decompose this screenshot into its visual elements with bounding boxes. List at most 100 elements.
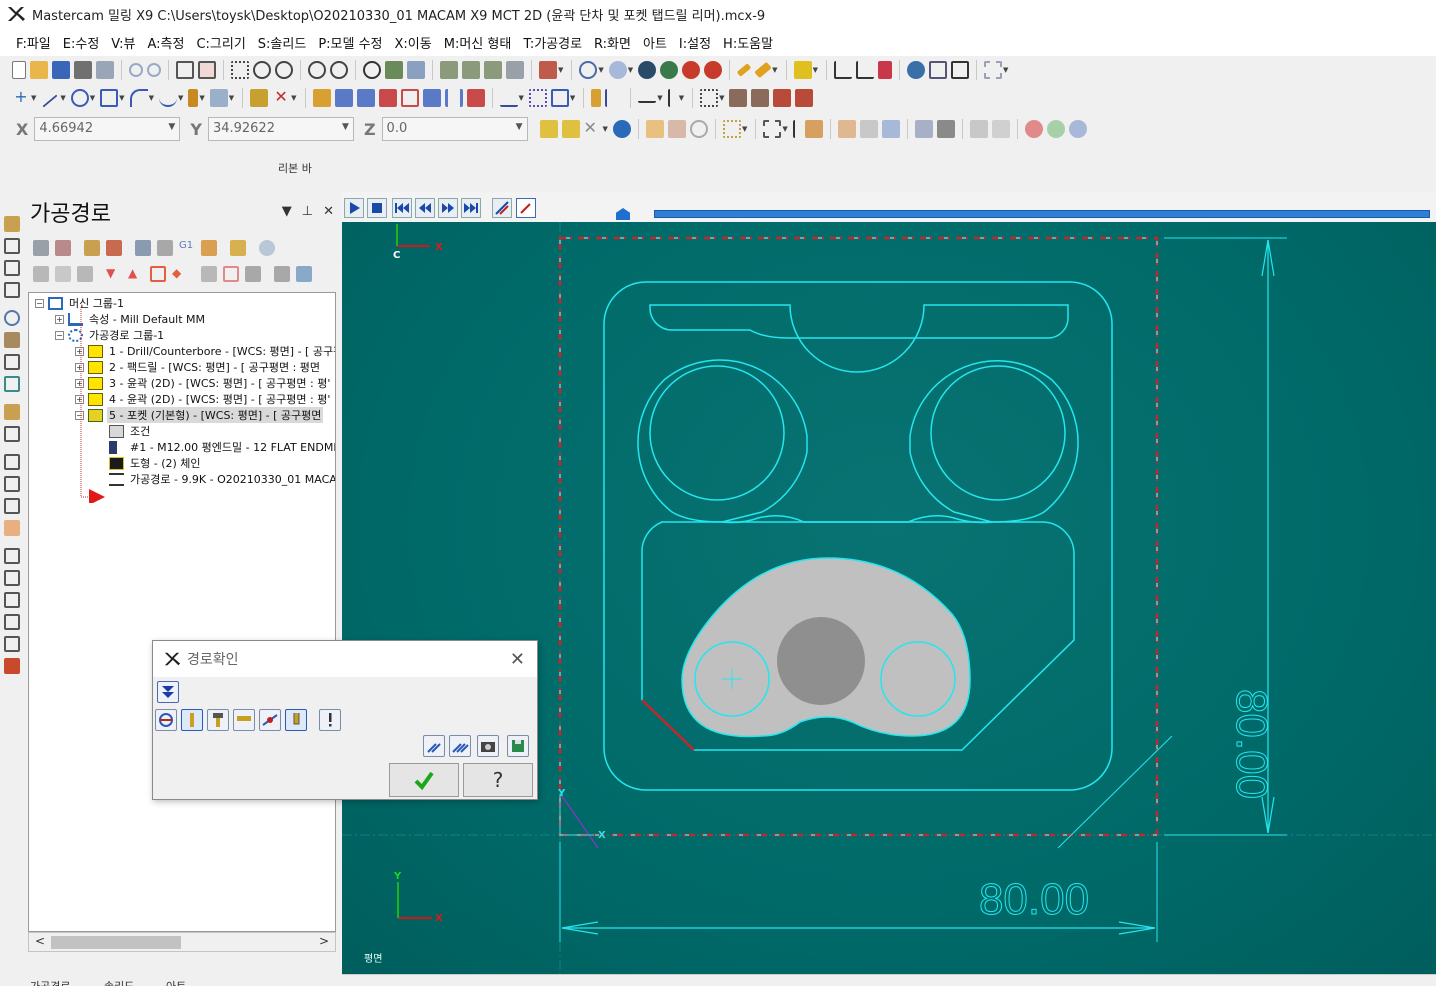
single-display-icon[interactable] (245, 266, 261, 282)
pencil-double-icon[interactable] (754, 61, 772, 79)
pencil-icon[interactable] (736, 63, 752, 77)
cursor-icon[interactable] (792, 120, 801, 138)
help-icon[interactable] (612, 120, 631, 138)
strip-tool-icon[interactable] (4, 548, 20, 564)
zoom-icon[interactable] (275, 61, 293, 79)
unzoom-icon[interactable] (308, 61, 326, 79)
chevron-down-icon[interactable]: ▼ (519, 94, 524, 102)
view-top-icon[interactable] (440, 61, 458, 79)
show-endpoints-button[interactable] (259, 709, 281, 731)
toolpath-display-button[interactable] (492, 198, 512, 218)
rectangle-icon[interactable] (100, 89, 119, 107)
progress-slider-handle[interactable] (616, 208, 630, 220)
tool-display-button[interactable] (516, 198, 536, 218)
eraser-icon[interactable] (209, 89, 228, 107)
show-holder-button[interactable] (207, 709, 229, 731)
lock-icon[interactable] (33, 266, 49, 282)
strip-tool-icon[interactable] (4, 454, 20, 470)
dim-horizontal-icon[interactable] (638, 93, 657, 103)
line-icon[interactable] (42, 94, 58, 108)
arc-icon[interactable] (129, 89, 148, 107)
dim-text-horizontal[interactable]: 80.00 (978, 875, 1089, 925)
chevron-down-icon[interactable]: ▼ (282, 204, 292, 219)
menu-art[interactable]: 아트 (637, 33, 673, 52)
strip-tool-icon[interactable] (4, 238, 20, 254)
view-iso-icon[interactable] (506, 61, 524, 79)
strip-tool-icon[interactable] (4, 592, 20, 608)
step-forward-button[interactable] (438, 198, 458, 218)
menu-help[interactable]: H:도움말 (717, 33, 779, 52)
close-icon[interactable]: ✕ (323, 204, 334, 219)
question-icon[interactable] (1068, 120, 1087, 138)
collapse-dialog-button[interactable] (157, 681, 179, 703)
scale-icon[interactable] (378, 89, 397, 107)
scrollbar-thumb[interactable] (51, 936, 181, 949)
analyze-dimension-icon[interactable] (877, 61, 892, 79)
group-icon[interactable] (223, 266, 239, 282)
strip-tool-icon[interactable] (4, 476, 20, 492)
select-mode-icon[interactable] (296, 266, 312, 282)
strip-tool-icon[interactable] (4, 614, 20, 630)
strip-tool-icon[interactable] (4, 310, 20, 326)
move-down-icon[interactable]: ▼ (106, 266, 122, 282)
strip-tool-icon[interactable] (4, 332, 20, 348)
solid-select-icon[interactable] (914, 120, 933, 138)
insert-arrow-icon[interactable] (150, 266, 166, 282)
chevron-down-icon[interactable]: ▼ (291, 94, 296, 102)
strip-tool-icon[interactable] (4, 520, 20, 536)
chevron-down-icon[interactable]: ▼ (628, 66, 633, 74)
globe-icon[interactable] (579, 61, 598, 79)
brush-icon[interactable] (793, 61, 812, 79)
chevron-down-icon[interactable]: ▼ (558, 66, 563, 74)
chevron-down-icon[interactable]: ▼ (1003, 66, 1008, 74)
strip-tool-icon[interactable] (4, 260, 20, 276)
sort-icon[interactable] (274, 266, 290, 282)
chevron-down-icon[interactable]: ▼ (342, 122, 349, 132)
box-dashed-icon[interactable] (763, 120, 782, 138)
rotate-icon[interactable] (363, 61, 381, 79)
select-all-icon[interactable] (645, 120, 664, 138)
ok-button[interactable] (389, 763, 459, 797)
screenshot-button[interactable] (477, 735, 499, 757)
dim-vertical-icon[interactable] (667, 89, 678, 107)
dialog-title-bar[interactable]: 경로확인 (153, 641, 537, 677)
fit-screen-icon[interactable] (176, 61, 194, 79)
solid-box-icon[interactable] (837, 120, 856, 138)
chevron-down-icon[interactable]: ▼ (813, 66, 818, 74)
view-front-icon[interactable] (462, 61, 480, 79)
stop-icon[interactable] (1024, 120, 1043, 138)
chevron-down-icon[interactable]: ▼ (90, 94, 95, 102)
shaded-slash-icon[interactable] (704, 61, 723, 79)
pan-icon[interactable] (385, 61, 403, 79)
chevron-down-icon[interactable]: ▼ (60, 94, 65, 102)
backplot-icon[interactable] (135, 240, 151, 256)
post-selected-icon[interactable] (201, 240, 217, 256)
pin-icon[interactable]: ⊥ (302, 204, 313, 219)
analyze-question-icon[interactable] (855, 61, 874, 79)
chevron-down-icon[interactable]: ▼ (199, 94, 204, 102)
undo-icon[interactable] (129, 63, 143, 77)
zoom-out-icon[interactable] (330, 61, 348, 79)
shaded-red-icon[interactable] (682, 61, 701, 79)
verify-select-icon[interactable] (969, 120, 988, 138)
select-icon[interactable] (407, 61, 425, 79)
solid-pick-icon[interactable] (936, 120, 955, 138)
translate-icon[interactable] (312, 89, 331, 107)
menu-settings[interactable]: I:설정 (673, 33, 717, 52)
stop-button[interactable] (367, 198, 387, 218)
menu-solids[interactable]: S:솔리드 (252, 33, 313, 52)
point-icon[interactable]: + (12, 89, 30, 107)
show-rapid-button[interactable] (233, 709, 255, 731)
chevron-down-icon[interactable]: ▼ (782, 125, 787, 133)
menu-view[interactable]: V:뷰 (105, 33, 141, 52)
save-geometry-button[interactable] (507, 735, 529, 757)
chevron-down-icon[interactable]: ▼ (598, 66, 603, 74)
dialog-close-button[interactable]: ✕ (510, 649, 525, 670)
chevron-down-icon[interactable]: ▼ (229, 94, 234, 102)
strip-tool-icon[interactable] (4, 658, 20, 674)
fast-point-icon[interactable] (539, 120, 558, 138)
clear-color-icon[interactable] (689, 120, 708, 138)
layer-icon[interactable] (950, 61, 969, 79)
chevron-down-icon[interactable]: ▼ (719, 94, 724, 102)
view-right-icon[interactable] (484, 61, 502, 79)
